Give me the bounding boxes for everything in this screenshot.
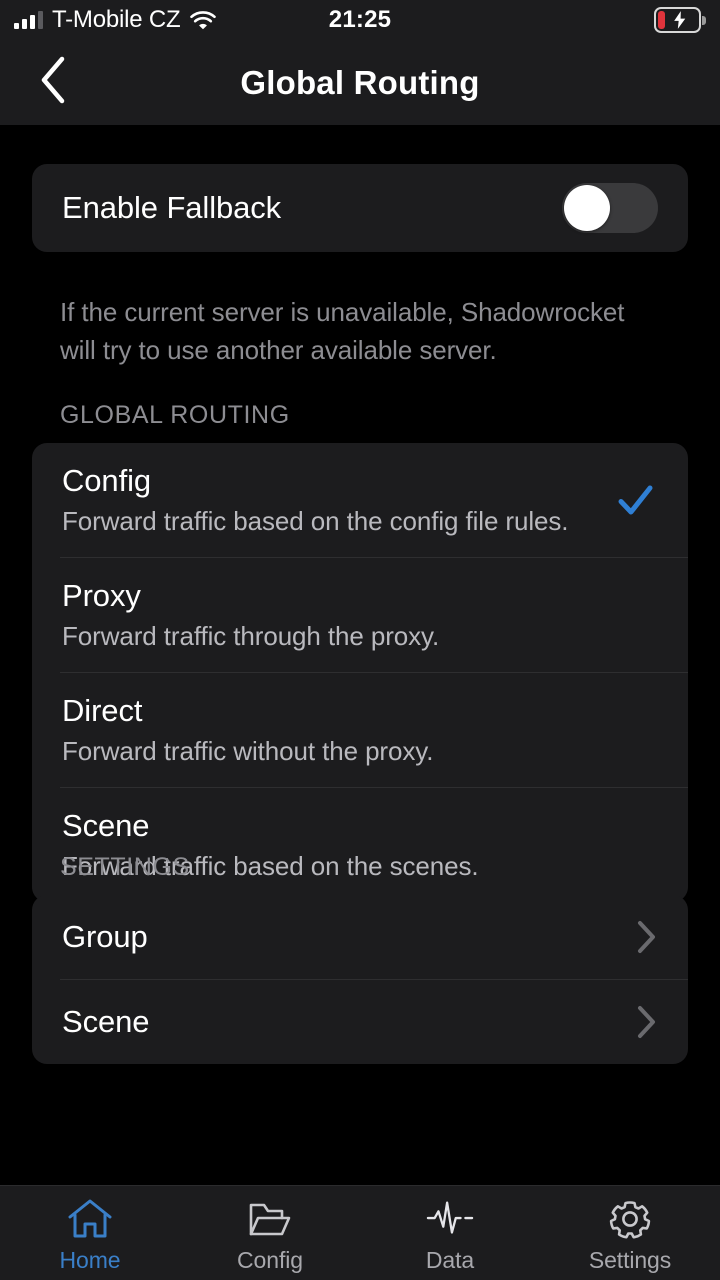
navigation-bar: Global Routing bbox=[0, 40, 720, 125]
option-subtitle: Forward traffic through the proxy. bbox=[62, 618, 658, 654]
enable-fallback-card: Enable Fallback bbox=[32, 164, 688, 252]
toggle-knob bbox=[564, 185, 610, 231]
settings-row-label: Scene bbox=[62, 1004, 149, 1040]
status-bar-clock: 21:25 bbox=[0, 6, 720, 34]
status-bar: T-Mobile CZ 21:25 bbox=[0, 0, 720, 40]
page-title: Global Routing bbox=[0, 40, 720, 125]
settings-content: Enable Fallback If the current server is… bbox=[0, 125, 720, 1185]
enable-fallback-toggle[interactable] bbox=[562, 183, 658, 233]
option-title: Direct bbox=[62, 691, 658, 731]
enable-fallback-row[interactable]: Enable Fallback bbox=[32, 164, 688, 252]
tab-data[interactable]: Data bbox=[360, 1186, 540, 1280]
enable-fallback-label: Enable Fallback bbox=[62, 190, 281, 226]
routing-option-scene[interactable]: Scene Forward traffic based on the scene… bbox=[32, 788, 688, 902]
app-screen: T-Mobile CZ 21:25 bbox=[0, 0, 720, 1280]
global-routing-section-header: GLOBAL ROUTING bbox=[60, 401, 290, 430]
home-icon bbox=[66, 1197, 114, 1241]
settings-row-label: Group bbox=[62, 919, 148, 955]
battery-charging-icon bbox=[654, 7, 706, 33]
tab-label: Home bbox=[60, 1247, 121, 1274]
tab-label: Data bbox=[426, 1247, 474, 1274]
tab-config[interactable]: Config bbox=[180, 1186, 360, 1280]
option-title: Proxy bbox=[62, 576, 658, 616]
tab-bar: Home Config Data bbox=[0, 1185, 720, 1280]
option-texts: Config Forward traffic based on the conf… bbox=[62, 461, 602, 539]
status-bar-right bbox=[654, 7, 706, 33]
tab-settings[interactable]: Settings bbox=[540, 1186, 720, 1280]
option-texts: Direct Forward traffic without the proxy… bbox=[62, 691, 658, 769]
settings-row-scene[interactable]: Scene bbox=[32, 980, 688, 1064]
checkmark-icon bbox=[612, 477, 658, 523]
option-title: Config bbox=[62, 461, 602, 501]
settings-section-header: SETTINGS bbox=[60, 853, 190, 882]
settings-row-group[interactable]: Group bbox=[32, 895, 688, 979]
option-texts: Proxy Forward traffic through the proxy. bbox=[62, 576, 658, 654]
pulse-waveform-icon bbox=[426, 1197, 474, 1241]
option-subtitle: Forward traffic based on the config file… bbox=[62, 503, 602, 539]
folder-icon bbox=[246, 1197, 294, 1241]
tab-home[interactable]: Home bbox=[0, 1186, 180, 1280]
gear-icon bbox=[606, 1197, 654, 1241]
routing-option-proxy[interactable]: Proxy Forward traffic through the proxy. bbox=[32, 558, 688, 672]
routing-option-config[interactable]: Config Forward traffic based on the conf… bbox=[32, 443, 688, 557]
option-subtitle: Forward traffic without the proxy. bbox=[62, 733, 658, 769]
global-routing-card: Config Forward traffic based on the conf… bbox=[32, 443, 688, 902]
chevron-right-icon bbox=[636, 1005, 658, 1039]
settings-card: Group Scene bbox=[32, 895, 688, 1064]
tab-label: Settings bbox=[589, 1247, 671, 1274]
enable-fallback-footnote: If the current server is unavailable, Sh… bbox=[60, 293, 660, 369]
option-title: Scene bbox=[62, 806, 658, 846]
tab-label: Config bbox=[237, 1247, 303, 1274]
chevron-right-icon bbox=[636, 920, 658, 954]
routing-option-direct[interactable]: Direct Forward traffic without the proxy… bbox=[32, 673, 688, 787]
